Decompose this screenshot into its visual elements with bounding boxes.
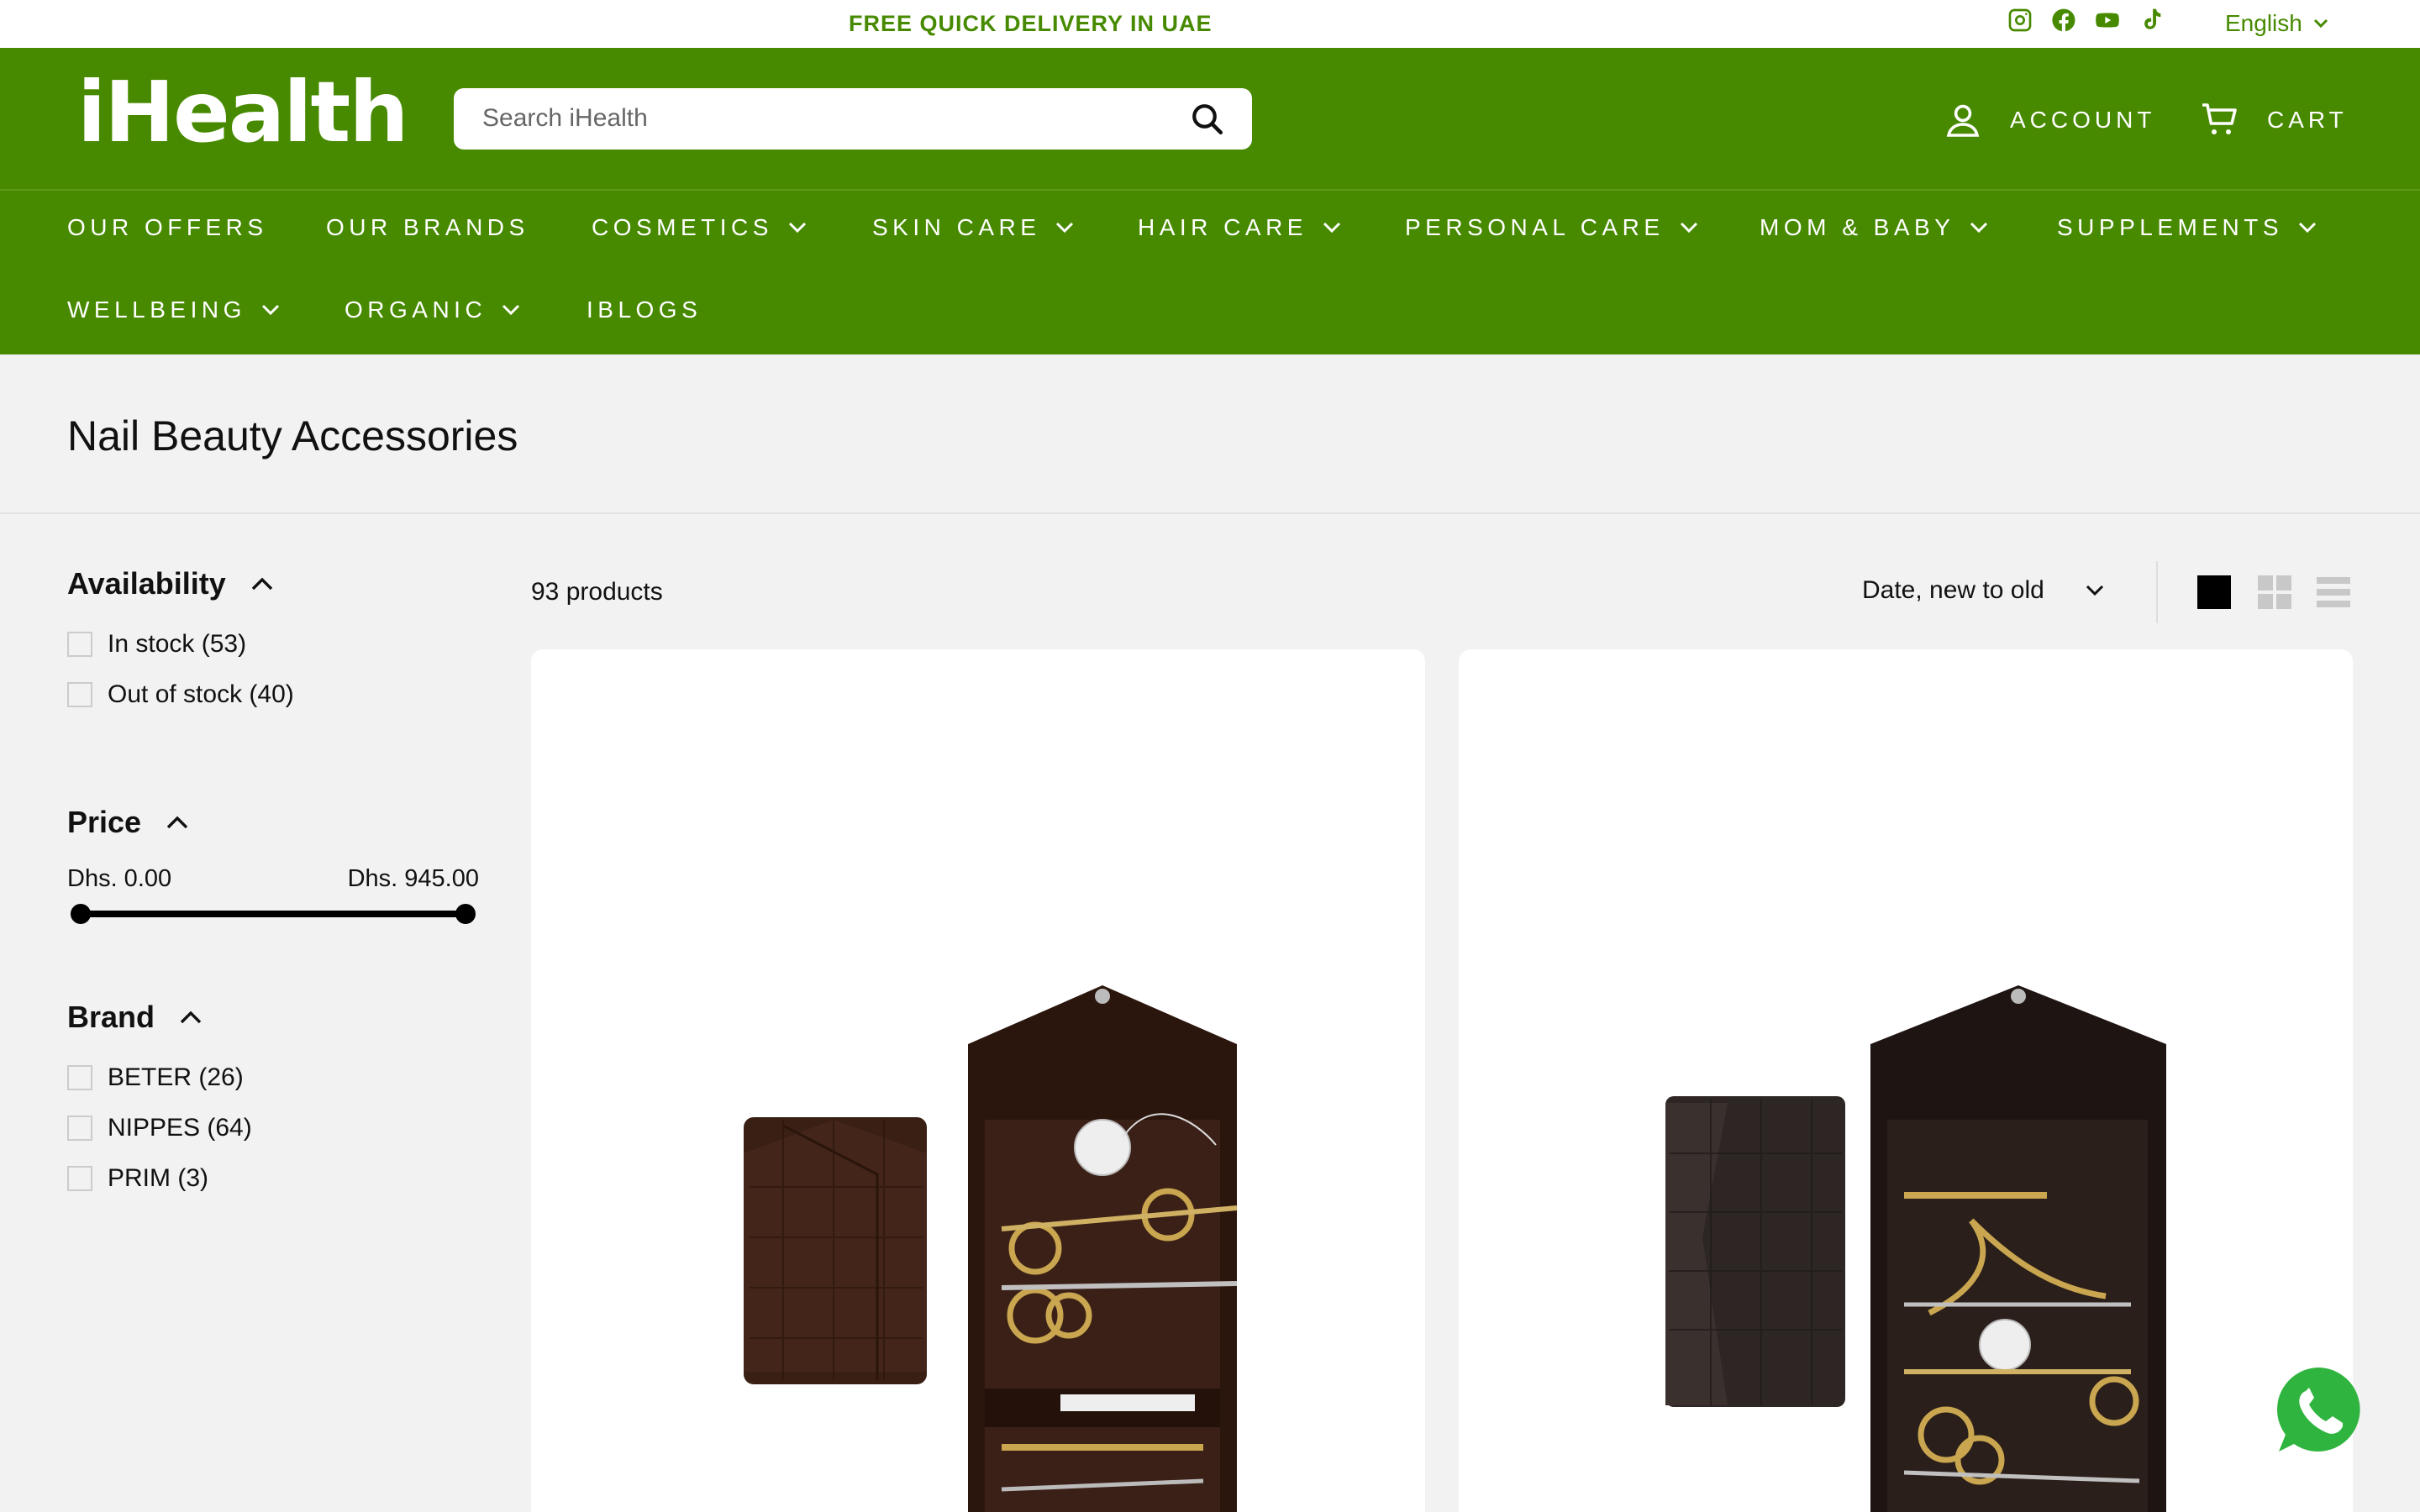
nav-item-mom-baby[interactable]: MOM & BABY <box>1760 214 1988 241</box>
price-min-label: Dhs. 0.00 <box>67 865 172 892</box>
filter-title: Brand <box>67 1000 155 1034</box>
nav-label: SKIN CARE <box>872 214 1041 240</box>
site-logo[interactable]: iHealth <box>77 63 409 161</box>
large-grid-view-icon[interactable] <box>2196 575 2232 610</box>
youtube-icon[interactable] <box>2094 7 2121 34</box>
price-max-label: Dhs. 945.00 <box>347 865 479 892</box>
price-range-labels: Dhs. 0.00 Dhs. 945.00 <box>67 865 479 893</box>
chevron-down-icon <box>2313 18 2328 29</box>
price-slider-track <box>81 911 466 917</box>
product-image[interactable] <box>531 649 1425 1512</box>
chevron-down-icon <box>502 304 520 316</box>
filter-option-label: In stock (53) <box>108 630 247 658</box>
nav-item-skin-care[interactable]: SKIN CARE <box>872 214 1074 241</box>
nav-label: ORGANIC <box>345 297 487 323</box>
instagram-icon[interactable] <box>2007 7 2033 34</box>
search-icon[interactable] <box>1190 102 1225 137</box>
tiktok-icon[interactable] <box>2138 7 2165 34</box>
checkbox[interactable] <box>67 632 92 657</box>
chevron-down-icon <box>788 222 807 234</box>
facebook-icon[interactable] <box>2050 7 2077 34</box>
social-links <box>2007 7 2165 34</box>
cart-link[interactable]: CART <box>2200 100 2348 140</box>
main-nav: OUR OFFERS OUR BRANDS COSMETICS SKIN CAR… <box>0 191 2420 354</box>
chevron-up-icon <box>166 816 188 829</box>
chevron-down-icon <box>1970 222 1988 234</box>
nav-label: WELLBEING <box>67 297 246 323</box>
list-view-icon[interactable] <box>2316 575 2351 610</box>
language-selector[interactable]: English <box>2225 10 2331 37</box>
nav-item-personal-care[interactable]: PERSONAL CARE <box>1405 214 1698 241</box>
announcement-text: FREE QUICK DELIVERY IN UAE <box>849 11 1213 36</box>
search-bar <box>454 88 1252 150</box>
chevron-up-icon <box>251 577 272 591</box>
account-label: ACCOUNT <box>2010 107 2156 133</box>
price-slider-min-handle[interactable] <box>71 904 91 924</box>
site-header: iHealth ACCOUNT CART <box>0 48 2420 191</box>
nav-item-our-offers[interactable]: OUR OFFERS <box>67 214 268 241</box>
chevron-down-icon <box>261 304 279 316</box>
sort-label: Date, new to old <box>1862 576 2044 604</box>
nav-label: COSMETICS <box>592 214 773 240</box>
filter-availability-toggle[interactable]: Availability <box>67 566 273 601</box>
checkbox[interactable] <box>67 1166 92 1191</box>
whatsapp-chat-icon[interactable] <box>2274 1364 2365 1455</box>
chevron-down-icon <box>1056 222 1074 234</box>
checkbox[interactable] <box>67 682 92 707</box>
page-title: Nail Beauty Accessories <box>67 412 518 459</box>
filter-option-nippes[interactable]: NIPPES (64) <box>67 1114 252 1142</box>
chevron-down-icon <box>1680 222 1697 234</box>
price-slider-fill <box>81 911 466 917</box>
filter-option-out-of-stock[interactable]: Out of stock (40) <box>67 680 294 709</box>
checkbox[interactable] <box>67 1065 92 1090</box>
toolbar-divider <box>2156 561 2158 623</box>
cart-label: CART <box>2267 107 2348 133</box>
nav-label: SUPPLEMENTS <box>2057 214 2283 240</box>
nav-item-supplements[interactable]: SUPPLEMENTS <box>2057 214 2317 241</box>
filter-price-toggle[interactable]: Price <box>67 805 188 840</box>
filter-option-in-stock[interactable]: In stock (53) <box>67 630 246 659</box>
account-link[interactable]: ACCOUNT <box>1943 100 2155 140</box>
search-input[interactable] <box>482 102 1171 135</box>
product-count: 93 products <box>531 578 663 606</box>
nav-item-organic[interactable]: ORGANIC <box>345 297 520 323</box>
checkbox[interactable] <box>67 1116 92 1141</box>
chevron-down-icon <box>2298 222 2317 234</box>
filter-option-prim[interactable]: PRIM (3) <box>67 1164 208 1193</box>
filter-option-label: PRIM (3) <box>108 1164 208 1192</box>
sort-select[interactable]: Date, new to old <box>1862 576 2105 605</box>
chevron-up-icon <box>180 1011 202 1024</box>
product-image[interactable] <box>1459 649 2353 1512</box>
chevron-down-icon <box>1323 222 1341 234</box>
language-label: English <box>2225 10 2302 36</box>
filter-title: Price <box>67 805 142 839</box>
filter-option-label: NIPPES (64) <box>108 1114 252 1142</box>
nav-item-our-brands[interactable]: OUR BRANDS <box>326 214 529 241</box>
nav-label: OUR BRANDS <box>326 214 529 240</box>
small-grid-view-icon[interactable] <box>2257 575 2292 610</box>
chevron-down-icon <box>2086 585 2103 596</box>
nav-item-iblogs[interactable]: IBLOGS <box>587 297 702 323</box>
price-slider-max-handle[interactable] <box>455 904 476 924</box>
filter-title: Availability <box>67 566 226 601</box>
nav-label: HAIR CARE <box>1138 214 1307 240</box>
user-icon <box>1946 104 1980 137</box>
nav-label: PERSONAL CARE <box>1405 214 1665 240</box>
announcement-bar: FREE QUICK DELIVERY IN UAE English <box>0 0 2420 48</box>
filter-brand-toggle[interactable]: Brand <box>67 1000 202 1035</box>
nav-item-cosmetics[interactable]: COSMETICS <box>592 214 807 241</box>
nav-item-hair-care[interactable]: HAIR CARE <box>1138 214 1341 241</box>
product-card[interactable] <box>1459 649 2353 1512</box>
nav-label: IBLOGS <box>587 297 702 323</box>
filter-option-beter[interactable]: BETER (26) <box>67 1063 244 1092</box>
product-card[interactable] <box>531 649 1425 1512</box>
collection-header: Nail Beauty Accessories <box>0 354 2420 514</box>
cart-icon <box>2202 103 2237 134</box>
nav-label: MOM & BABY <box>1760 214 1955 240</box>
nav-label: OUR OFFERS <box>67 214 268 240</box>
nav-item-wellbeing[interactable]: WELLBEING <box>67 297 280 323</box>
filter-option-label: Out of stock (40) <box>108 680 294 708</box>
filter-option-label: BETER (26) <box>108 1063 244 1091</box>
